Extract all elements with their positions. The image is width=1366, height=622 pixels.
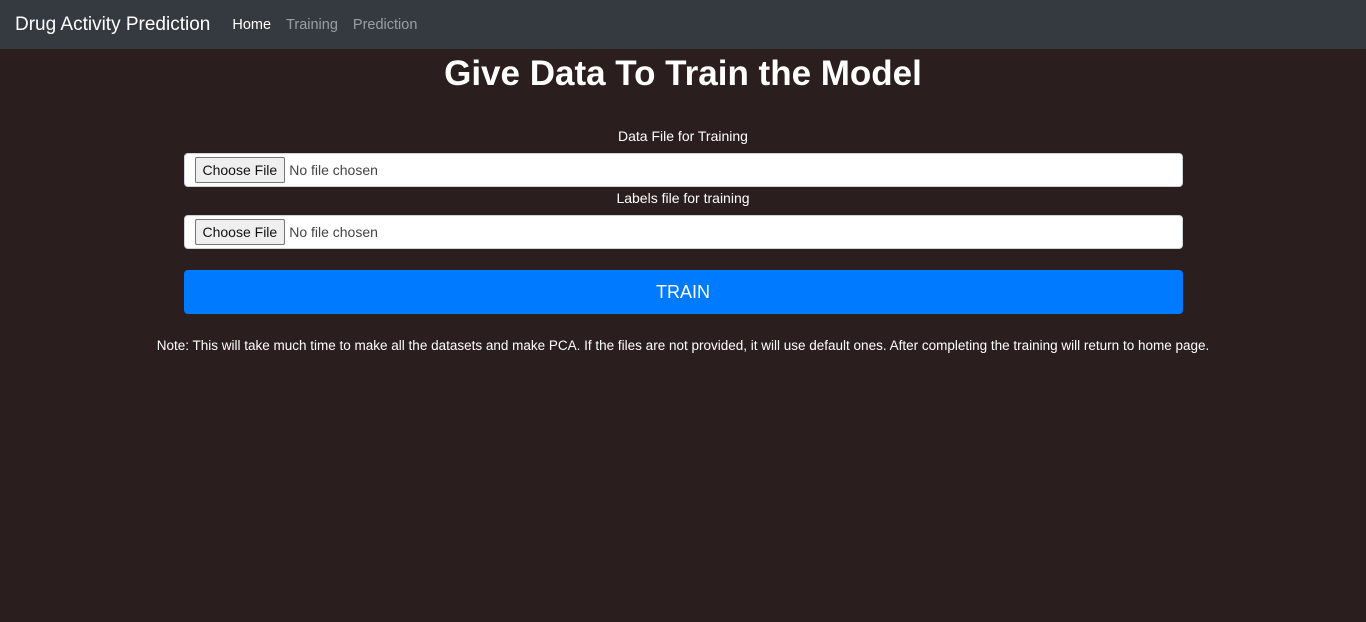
train-button[interactable]: TRAIN	[183, 270, 1183, 314]
main-content: Give Data To Train the Model Data File f…	[0, 49, 1366, 353]
labels-file-status: No file chosen	[289, 224, 378, 240]
data-file-status: No file chosen	[289, 162, 378, 178]
data-file-choose-button[interactable]: Choose File	[194, 157, 286, 183]
nav-link-training[interactable]: Training	[286, 17, 338, 33]
training-form: Data File for Training Choose File No fi…	[183, 94, 1183, 314]
labels-file-choose-button[interactable]: Choose File	[194, 219, 286, 245]
navbar-brand[interactable]: Drug Activity Prediction	[15, 14, 210, 36]
nav-link-prediction[interactable]: Prediction	[353, 17, 417, 33]
training-note: Note: This will take much time to make a…	[156, 338, 1210, 353]
data-file-input[interactable]: Choose File No file chosen	[183, 153, 1183, 187]
data-file-label: Data File for Training	[618, 128, 748, 144]
page-title: Give Data To Train the Model	[444, 54, 922, 93]
labels-file-input[interactable]: Choose File No file chosen	[183, 215, 1183, 249]
navbar: Drug Activity Prediction Home Training P…	[0, 0, 1366, 49]
nav-link-home[interactable]: Home	[232, 17, 271, 33]
labels-file-label: Labels file for training	[616, 190, 750, 206]
